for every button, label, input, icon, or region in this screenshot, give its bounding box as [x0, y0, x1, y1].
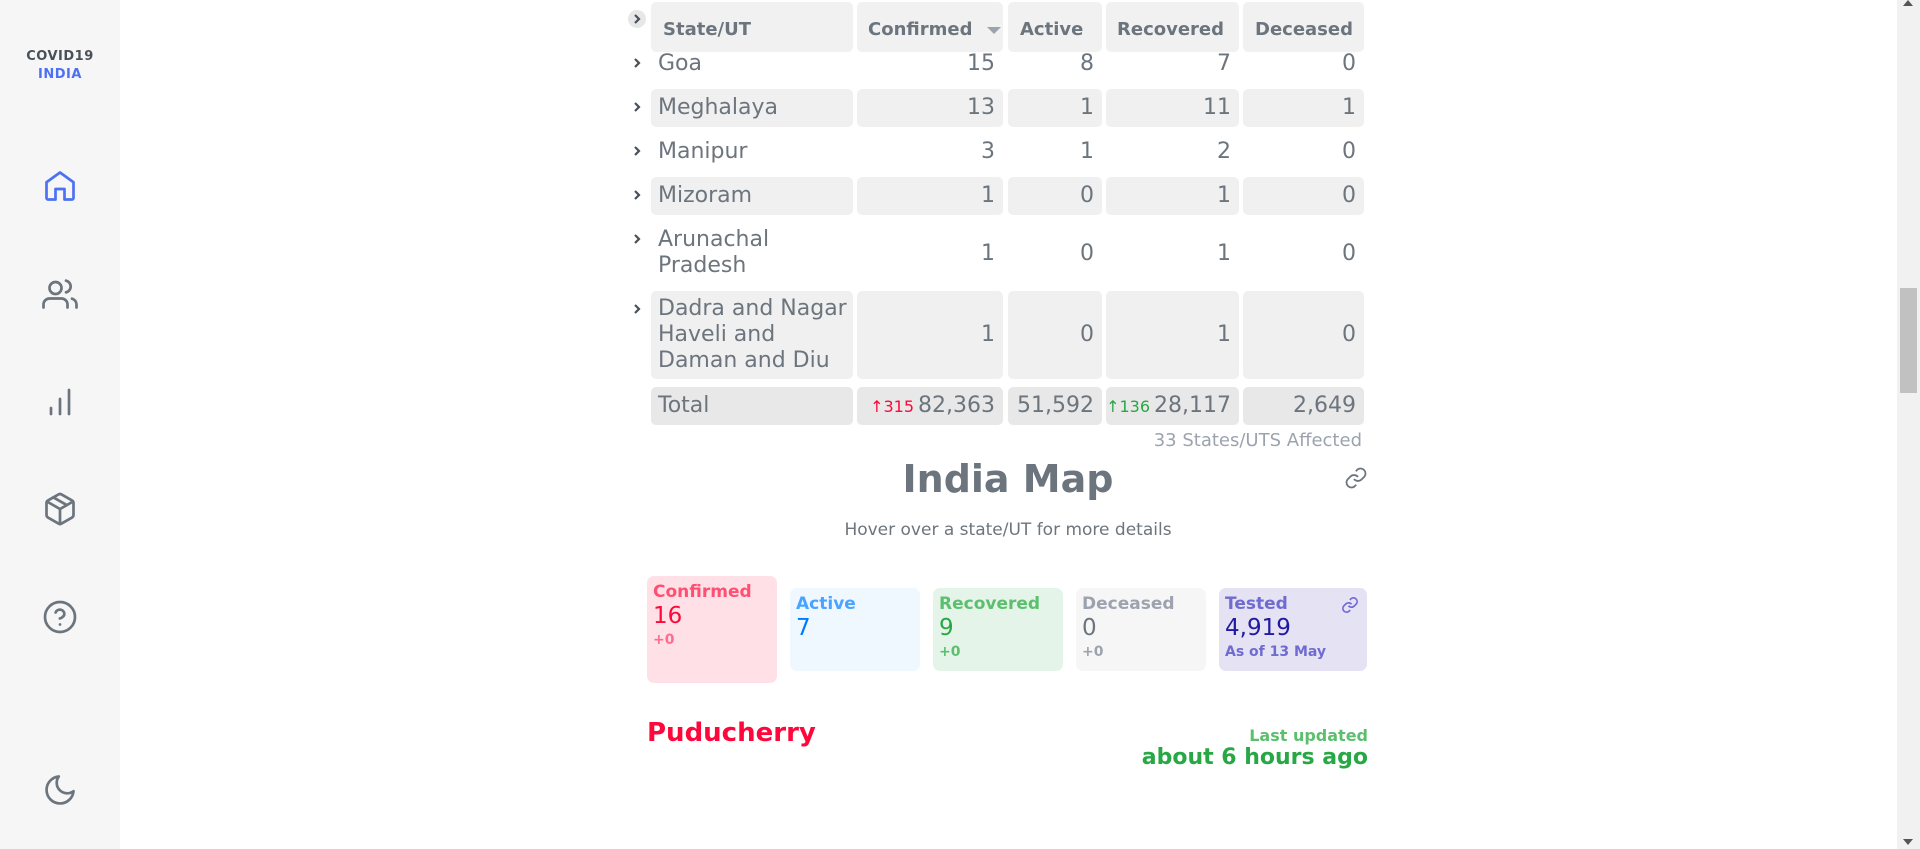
- header-state-label: State/UT: [663, 19, 751, 40]
- header-recovered-label: Recovered: [1117, 19, 1225, 40]
- header-active[interactable]: Active: [1008, 2, 1102, 52]
- header-deceased-label: Deceased: [1255, 19, 1353, 40]
- row-expand-icon[interactable]: [628, 230, 646, 248]
- scrollbar-thumb[interactable]: [1900, 288, 1917, 393]
- bar-chart-icon[interactable]: [40, 382, 80, 422]
- package-icon[interactable]: [40, 489, 80, 529]
- caret-down-icon: [986, 26, 1001, 34]
- header-state[interactable]: State/UT: [651, 2, 853, 52]
- row-active: 1: [1008, 89, 1102, 127]
- total-deceased: 2,649: [1243, 387, 1364, 425]
- row-confirmed: 1: [981, 241, 995, 266]
- stat-active-label: Active: [796, 594, 856, 614]
- app-logo[interactable]: COVID19 INDIA: [0, 48, 120, 84]
- row-active: 8: [1080, 51, 1094, 76]
- row-confirmed: 13: [857, 89, 1003, 127]
- row-state-name: Mizoram: [651, 177, 853, 215]
- stat-tested-value: 4,919: [1225, 615, 1291, 641]
- last-updated-value: about 6 hours ago: [1141, 745, 1368, 770]
- stat-recovered[interactable]: Recovered 9 +0: [933, 588, 1063, 671]
- stat-recovered-value: 9: [939, 615, 954, 641]
- stat-active-value: 7: [796, 615, 811, 641]
- row-active: 1: [1080, 139, 1094, 164]
- row-active: 0: [1008, 291, 1102, 379]
- row-expand-icon[interactable]: [628, 54, 646, 72]
- logo-line-2: INDIA: [38, 67, 82, 82]
- last-updated-label: Last updated: [1249, 726, 1368, 745]
- row-recovered: 11: [1106, 89, 1239, 127]
- stat-tested[interactable]: Tested 4,919 As of 13 May: [1219, 588, 1367, 671]
- stat-tested-note: As of 13 May: [1225, 644, 1327, 660]
- row-state-name: Dadra and Nagar Haveli and Daman and Diu: [651, 291, 853, 379]
- stat-deceased[interactable]: Deceased 0 +0: [1076, 588, 1206, 671]
- stat-recovered-delta: +0: [939, 644, 961, 660]
- row-expand-icon[interactable]: [628, 98, 646, 116]
- row-expand-icon[interactable]: [628, 186, 646, 204]
- header-recovered[interactable]: Recovered: [1106, 2, 1239, 52]
- header-confirmed[interactable]: Confirmed: [857, 2, 1003, 52]
- help-circle-icon[interactable]: [40, 597, 80, 637]
- total-recovered-delta: ↑136: [1106, 397, 1151, 416]
- row-deceased: 0: [1342, 51, 1356, 76]
- sidebar: COVID19 INDIA: [0, 0, 120, 849]
- row-state-name: Manipur: [658, 139, 748, 164]
- total-label: Total: [651, 387, 853, 425]
- states-affected-note: 33 States/UTS Affected: [1153, 430, 1362, 451]
- row-deceased: 0: [1342, 139, 1356, 164]
- map-title: India Map: [902, 457, 1114, 501]
- tested-source-link-icon[interactable]: [1341, 596, 1359, 614]
- row-confirmed: 15: [967, 51, 995, 76]
- row-state-name: Goa: [658, 51, 702, 76]
- stat-active[interactable]: Active 7: [790, 588, 920, 671]
- row-recovered: 1: [1106, 291, 1239, 379]
- row-state-name: Arunachal Pradesh: [658, 227, 770, 278]
- header-deceased[interactable]: Deceased: [1243, 2, 1364, 52]
- page-scrollbar[interactable]: [1897, 0, 1920, 849]
- row-confirmed: 1: [857, 291, 1003, 379]
- row-recovered: 7: [1217, 51, 1231, 76]
- row-deceased: 0: [1243, 177, 1364, 215]
- row-deceased: 1: [1243, 89, 1364, 127]
- header-active-label: Active: [1020, 19, 1084, 40]
- stat-deceased-value: 0: [1082, 615, 1097, 641]
- logo-line-1: COVID19: [26, 49, 94, 64]
- stat-confirmed-label: Confirmed: [653, 582, 752, 602]
- stat-recovered-label: Recovered: [939, 594, 1041, 614]
- selected-region-name: Puducherry: [647, 718, 816, 748]
- expand-all-icon[interactable]: [628, 10, 646, 28]
- stat-deceased-delta: +0: [1082, 644, 1104, 660]
- row-deceased: 0: [1243, 291, 1364, 379]
- scroll-down-arrow-icon[interactable]: [1903, 839, 1913, 845]
- scroll-up-arrow-icon[interactable]: [1903, 0, 1913, 6]
- total-confirmed: ↑315 82,363: [857, 387, 1003, 425]
- share-link-icon[interactable]: [1344, 466, 1368, 490]
- stat-confirmed[interactable]: Confirmed 16 +0: [647, 576, 777, 683]
- total-recovered-value: 28,117: [1154, 393, 1231, 418]
- users-icon[interactable]: [40, 274, 80, 314]
- header-confirmed-label: Confirmed: [868, 19, 973, 40]
- total-confirmed-delta: ↑315: [870, 397, 915, 416]
- row-active: 0: [1080, 241, 1094, 266]
- moon-icon[interactable]: [40, 770, 80, 810]
- row-deceased: 0: [1342, 241, 1356, 266]
- map-subtitle: Hover over a state/UT for more details: [844, 520, 1172, 540]
- stat-deceased-label: Deceased: [1082, 594, 1175, 614]
- row-recovered: 1: [1217, 241, 1231, 266]
- home-icon[interactable]: [40, 166, 80, 206]
- row-recovered: 2: [1217, 139, 1231, 164]
- stat-confirmed-delta: +0: [653, 632, 675, 648]
- row-expand-icon[interactable]: [628, 300, 646, 318]
- row-recovered: 1: [1106, 177, 1239, 215]
- total-confirmed-value: 82,363: [918, 393, 995, 418]
- row-active: 0: [1008, 177, 1102, 215]
- total-recovered: ↑136 28,117: [1106, 387, 1239, 425]
- row-expand-icon[interactable]: [628, 142, 646, 160]
- total-active: 51,592: [1008, 387, 1102, 425]
- row-state-name: Meghalaya: [651, 89, 853, 127]
- stat-confirmed-value: 16: [653, 603, 683, 629]
- row-confirmed: 3: [981, 139, 995, 164]
- row-confirmed: 1: [857, 177, 1003, 215]
